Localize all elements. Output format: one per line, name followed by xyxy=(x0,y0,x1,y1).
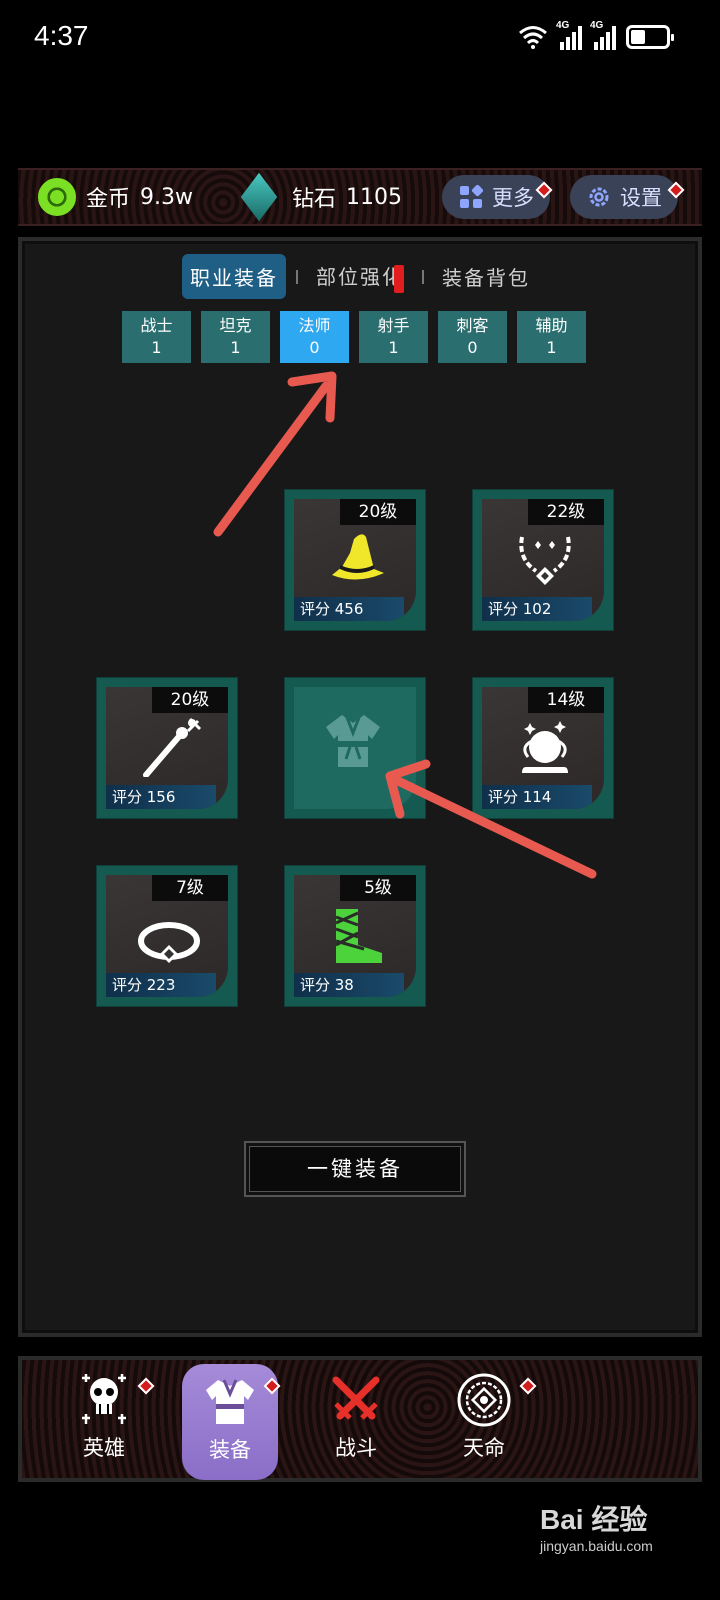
slot-level: 20级 xyxy=(152,687,228,713)
class-mage[interactable]: 法师 0 xyxy=(280,311,349,363)
tab-alert-badge xyxy=(394,264,404,293)
mandala-icon xyxy=(457,1373,511,1427)
grid-icon xyxy=(460,184,484,208)
class-selector: 战士 1 坦克 1 法师 0 射手 1 刺客 0 辅助 1 xyxy=(122,311,586,363)
class-support[interactable]: 辅助 1 xyxy=(517,311,586,363)
tab-divider xyxy=(296,269,298,284)
tab-label: 部位强化 xyxy=(316,265,404,289)
slot-level: 14级 xyxy=(528,687,604,713)
slot-necklace[interactable]: 22级 评分 102 xyxy=(472,489,614,631)
slot-weapon[interactable]: 20级 评分 156 xyxy=(96,677,238,819)
annotation-arrow xyxy=(213,371,337,537)
gold-label: 金币 xyxy=(86,187,131,212)
status-icons: 4G 4G xyxy=(518,20,674,50)
class-assassin[interactable]: 刺客 0 xyxy=(438,311,507,363)
watermark-brand: Bai 经验 xyxy=(540,1504,648,1535)
skull-icon xyxy=(82,1374,126,1424)
battery-icon xyxy=(626,25,674,49)
slot-score: 评分 102 xyxy=(482,597,592,621)
nav-label: 英雄 xyxy=(83,1436,125,1460)
one-key-equip-button[interactable]: 一键装备 xyxy=(244,1141,466,1197)
tab-bar: 职业装备 部位强化 装备背包 xyxy=(22,253,698,301)
diamond-display: 钻石 1105 xyxy=(240,178,402,216)
nav-label: 装备 xyxy=(209,1438,251,1462)
slot-ring[interactable]: 7级 评分 223 xyxy=(96,865,238,1007)
bottom-nav: 英雄 装备 战斗 天命 xyxy=(18,1356,702,1482)
gold-value: 9.3w xyxy=(140,184,193,210)
tab-equipment-bag[interactable]: 装备背包 xyxy=(434,254,538,299)
status-bar: 4:37 4G 4G xyxy=(0,0,720,80)
diamond-value: 1105 xyxy=(346,184,403,210)
nav-label: 天命 xyxy=(463,1436,505,1460)
slot-level: 7级 xyxy=(152,875,228,901)
slot-score: 评分 223 xyxy=(106,973,216,997)
signal-icon: 4G xyxy=(556,20,582,50)
necklace-icon xyxy=(519,536,571,585)
gold-display: 金币 9.3w xyxy=(38,178,193,216)
status-time: 4:37 xyxy=(34,20,89,51)
nav-battle[interactable]: 战斗 xyxy=(308,1372,404,1472)
currency-bar: 金币 9.3w 钻石 1105 更多 设置 xyxy=(18,168,702,226)
wifi-icon xyxy=(519,26,547,49)
slot-score: 评分 456 xyxy=(294,597,404,621)
nav-destiny[interactable]: 天命 xyxy=(436,1372,532,1472)
settings-label: 设置 xyxy=(620,186,662,210)
more-label: 更多 xyxy=(492,186,534,210)
staff-icon xyxy=(143,717,202,777)
slot-level: 22级 xyxy=(528,499,604,525)
diamond-icon xyxy=(240,178,282,216)
slot-score: 评分 38 xyxy=(294,973,404,997)
class-warrior[interactable]: 战士 1 xyxy=(122,311,191,363)
watermark-url: jingyan.baidu.com xyxy=(540,1538,653,1554)
armor-icon xyxy=(206,1379,254,1424)
watermark: Bai 经验 jingyan.baidu.com xyxy=(540,1498,653,1554)
slot-level: 20级 xyxy=(340,499,416,525)
tab-divider xyxy=(422,269,424,284)
annotation-arrow xyxy=(385,759,597,879)
tab-class-equipment[interactable]: 职业装备 xyxy=(182,254,286,300)
settings-button[interactable]: 设置 xyxy=(570,175,678,219)
signal-icon: 4G xyxy=(590,20,616,50)
boot-icon xyxy=(335,909,382,963)
gear-icon xyxy=(589,187,609,207)
class-archer[interactable]: 射手 1 xyxy=(359,311,428,363)
diamond-label: 钻石 xyxy=(292,187,337,212)
coin-icon xyxy=(38,178,76,216)
slot-score: 评分 156 xyxy=(106,785,216,809)
crossed-swords-icon xyxy=(332,1376,380,1420)
ring-icon xyxy=(138,922,200,963)
nav-label: 战斗 xyxy=(335,1436,377,1460)
tab-slot-upgrade[interactable]: 部位强化 xyxy=(308,253,412,301)
nav-equipment[interactable]: 装备 xyxy=(182,1364,278,1480)
class-tank[interactable]: 坦克 1 xyxy=(201,311,270,363)
more-button[interactable]: 更多 xyxy=(442,175,550,219)
